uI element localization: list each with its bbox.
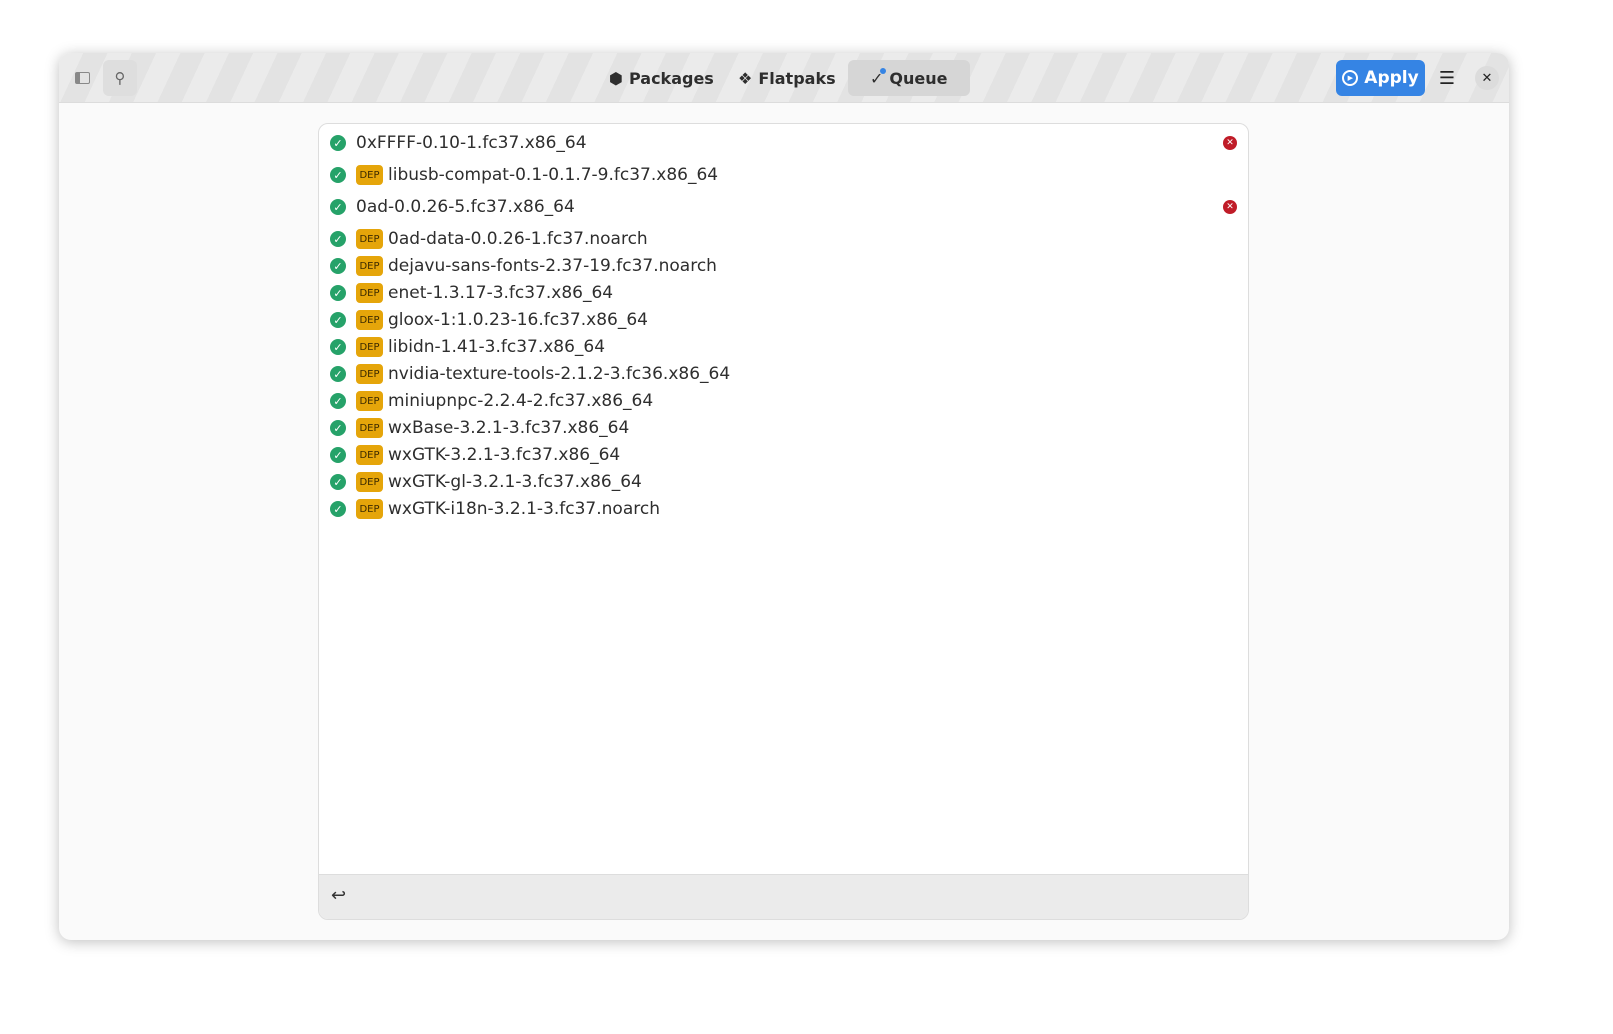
queue-item: ✓ DEP enet-1.3.17-3.fc37.x86_64 [319, 280, 1248, 306]
queue-item: ✓ DEP nvidia-texture-tools-2.1.2-3.fc36.x8… [319, 361, 1248, 387]
play-icon: ▶ [1342, 70, 1359, 86]
header-bar: ⚲ ⬢ Packages ❖ Flatpaks ✓ Queue ▶ Apply ☰ ✕ [59, 53, 1509, 103]
package-name: nvidia-texture-tools-2.1.2-3.fc36.x86_64 [388, 364, 731, 384]
check-icon: ✓ [330, 312, 346, 328]
check-icon: ✓ [330, 447, 346, 463]
flatpak-icon: ❖ [738, 68, 753, 88]
tab-label: Flatpaks [758, 68, 836, 88]
queue-item: ✓ DEP wxGTK-gl-3.2.1-3.fc37.x86_64 [319, 469, 1248, 495]
package-name: wxGTK-gl-3.2.1-3.fc37.x86_64 [388, 472, 642, 492]
hamburger-icon: ☰ [1438, 67, 1456, 89]
dep-badge: DEP [356, 229, 383, 249]
search-button[interactable]: ⚲ [103, 60, 137, 96]
check-icon: ✓ [330, 199, 346, 215]
queue-footer: ↩ [319, 874, 1248, 919]
dep-badge: DEP [356, 391, 383, 411]
package-name: libidn-1.41-3.fc37.x86_64 [388, 337, 606, 357]
queue-item: ✓ 0ad-0.0.26-5.fc37.x86_64 ✕ [319, 194, 1248, 220]
check-icon: ✓ [330, 501, 346, 517]
package-name: miniupnpc-2.2.4-2.fc37.x86_64 [388, 391, 654, 411]
check-icon: ✓ [330, 420, 346, 436]
remove-icon[interactable]: ✕ [1223, 200, 1237, 214]
tab-queue[interactable]: ✓ Queue [848, 60, 970, 96]
undo-button[interactable]: ↩ [331, 885, 346, 906]
check-icon: ✓ [330, 285, 346, 301]
close-icon: ✕ [1481, 70, 1493, 86]
dep-badge: DEP [356, 256, 383, 276]
dep-badge: DEP [356, 310, 383, 330]
queue-item: ✓ DEP dejavu-sans-fonts-2.37-19.fc37.noarc… [319, 253, 1248, 279]
check-icon: ✓ [330, 258, 346, 274]
package-name: enet-1.3.17-3.fc37.x86_64 [388, 283, 614, 303]
queue-item: ✓ DEP miniupnpc-2.2.4-2.fc37.x86_64 [319, 388, 1248, 414]
dep-badge: DEP [356, 165, 383, 185]
apply-button[interactable]: ▶ Apply [1336, 60, 1425, 96]
package-name: 0ad-data-0.0.26-1.fc37.noarch [388, 229, 648, 249]
search-icon: ⚲ [114, 69, 126, 87]
queue-item: ✓ DEP wxBase-3.2.1-3.fc37.x86_64 [319, 415, 1248, 441]
queue-item: ✓ DEP gloox-1:1.0.23-16.fc37.x86_64 [319, 307, 1248, 333]
queue-check-icon: ✓ [870, 67, 887, 88]
check-icon: ✓ [330, 135, 346, 151]
package-name: wxGTK-3.2.1-3.fc37.x86_64 [388, 445, 621, 465]
package-name: wxBase-3.2.1-3.fc37.x86_64 [388, 418, 630, 438]
dep-badge: DEP [356, 418, 383, 438]
check-icon: ✓ [330, 231, 346, 247]
dep-badge: DEP [356, 472, 383, 492]
check-icon: ✓ [330, 474, 346, 490]
sidebar-icon [74, 72, 90, 84]
tab-label: Queue [889, 68, 948, 88]
remove-icon[interactable]: ✕ [1223, 136, 1237, 150]
dep-badge: DEP [356, 364, 383, 384]
app-window: ⚲ ⬢ Packages ❖ Flatpaks ✓ Queue ▶ Apply ☰ ✕ … [59, 53, 1509, 940]
sidebar-toggle-button[interactable] [65, 60, 99, 96]
dep-badge: DEP [356, 499, 383, 519]
package-icon: ⬢ [609, 68, 623, 88]
dep-badge: DEP [356, 337, 383, 357]
check-icon: ✓ [330, 393, 346, 409]
queue-item: ✓ DEP libidn-1.41-3.fc37.x86_64 [319, 334, 1248, 360]
package-name: gloox-1:1.0.23-16.fc37.x86_64 [388, 310, 648, 330]
apply-label: Apply [1364, 68, 1419, 88]
menu-button[interactable]: ☰ [1430, 60, 1464, 96]
queue-item: ✓ DEP wxGTK-3.2.1-3.fc37.x86_64 [319, 442, 1248, 468]
close-button[interactable]: ✕ [1475, 66, 1499, 90]
package-name: 0ad-0.0.26-5.fc37.x86_64 [356, 197, 575, 217]
check-icon: ✓ [330, 366, 346, 382]
dep-badge: DEP [356, 445, 383, 465]
tab-label: Packages [628, 68, 714, 88]
queue-item: ✓ DEP 0ad-data-0.0.26-1.fc37.noarch [319, 226, 1248, 252]
dep-badge: DEP [356, 283, 383, 303]
queue-item: ✓ DEP libusb-compat-0.1-0.1.7-9.fc37.x86_6… [319, 162, 1248, 188]
queue-item: ✓ 0xFFFF-0.10-1.fc37.x86_64 ✕ [319, 130, 1248, 156]
package-name: 0xFFFF-0.10-1.fc37.x86_64 [356, 133, 587, 153]
tab-packages[interactable]: ⬢ Packages [587, 60, 736, 96]
package-name: libusb-compat-0.1-0.1.7-9.fc37.x86_64 [388, 165, 719, 185]
package-name: wxGTK-i18n-3.2.1-3.fc37.noarch [388, 499, 660, 519]
queue-item: ✓ DEP wxGTK-i18n-3.2.1-3.fc37.noarch [319, 496, 1248, 522]
queue-list: ↩ ✓ 0xFFFF-0.10-1.fc37.x86_64 ✕ ✓ DEP libusb-… [318, 123, 1249, 920]
tab-flatpaks[interactable]: ❖ Flatpaks [716, 60, 858, 96]
package-name: dejavu-sans-fonts-2.37-19.fc37.noarch [388, 256, 717, 276]
check-icon: ✓ [330, 167, 346, 183]
check-icon: ✓ [330, 339, 346, 355]
undo-icon: ↩ [331, 885, 347, 906]
